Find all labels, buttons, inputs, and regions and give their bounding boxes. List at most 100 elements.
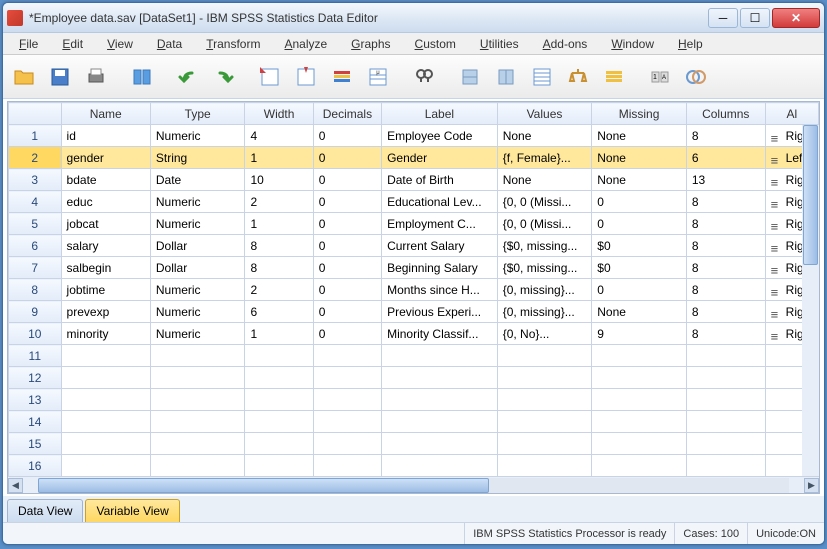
cell-name[interactable]: educ	[61, 191, 150, 213]
cell-missing[interactable]: $0	[592, 235, 687, 257]
cell-type[interactable]: String	[150, 147, 245, 169]
row-header[interactable]: 5	[9, 213, 62, 235]
cell-values[interactable]: None	[497, 169, 592, 191]
table-row-empty[interactable]: 12	[9, 367, 819, 389]
titlebar[interactable]: *Employee data.sav [DataSet1] - IBM SPSS…	[3, 3, 824, 33]
menu-analyze[interactable]: Analyze	[274, 35, 337, 53]
col-header-name[interactable]: Name	[61, 103, 150, 125]
cell-label[interactable]: Date of Birth	[382, 169, 498, 191]
cell-columns[interactable]: 8	[686, 191, 765, 213]
cell-width[interactable]: 8	[245, 235, 313, 257]
minimize-button[interactable]: ─	[708, 8, 738, 28]
cell-values[interactable]: {0, No}...	[497, 323, 592, 345]
cell-columns[interactable]: 8	[686, 301, 765, 323]
cell-type[interactable]: Numeric	[150, 323, 245, 345]
cell-values[interactable]: {0, missing}...	[497, 301, 592, 323]
col-header-values[interactable]: Values	[497, 103, 592, 125]
row-header[interactable]: 13	[9, 389, 62, 411]
row-header[interactable]: 7	[9, 257, 62, 279]
run-descriptives-icon[interactable]: μ	[363, 62, 393, 92]
col-header-corner[interactable]	[9, 103, 62, 125]
cell-missing[interactable]: 0	[592, 279, 687, 301]
row-header[interactable]: 4	[9, 191, 62, 213]
insert-variable-icon[interactable]	[491, 62, 521, 92]
table-row-empty[interactable]: 13	[9, 389, 819, 411]
cell-columns[interactable]: 6	[686, 147, 765, 169]
cell-values[interactable]: {0, 0 (Missi...	[497, 213, 592, 235]
table-row[interactable]: 2genderString10Gender{f, Female}...None6…	[9, 147, 819, 169]
cell-decimals[interactable]: 0	[313, 125, 381, 147]
cell-decimals[interactable]: 0	[313, 301, 381, 323]
scroll-left-button[interactable]: ◀	[8, 478, 23, 493]
cell-type[interactable]: Numeric	[150, 125, 245, 147]
cell-values[interactable]: {0, 0 (Missi...	[497, 191, 592, 213]
cell-name[interactable]: id	[61, 125, 150, 147]
cell-columns[interactable]: 8	[686, 257, 765, 279]
cell-columns[interactable]: 8	[686, 213, 765, 235]
insert-cases-icon[interactable]	[455, 62, 485, 92]
cell-columns[interactable]: 8	[686, 125, 765, 147]
cell-name[interactable]: jobcat	[61, 213, 150, 235]
cell-decimals[interactable]: 0	[313, 191, 381, 213]
cell-name[interactable]: minority	[61, 323, 150, 345]
menu-custom[interactable]: Custom	[405, 35, 466, 53]
row-header[interactable]: 11	[9, 345, 62, 367]
menu-data[interactable]: Data	[147, 35, 192, 53]
cell-width[interactable]: 8	[245, 257, 313, 279]
tab-variable-view[interactable]: Variable View	[85, 499, 179, 522]
row-header[interactable]: 16	[9, 455, 62, 477]
cell-values[interactable]: {0, missing}...	[497, 279, 592, 301]
menu-window[interactable]: Window	[601, 35, 664, 53]
cell-width[interactable]: 1	[245, 147, 313, 169]
cell-columns[interactable]: 8	[686, 323, 765, 345]
table-row[interactable]: 9prevexpNumeric60Previous Experi...{0, m…	[9, 301, 819, 323]
cell-width[interactable]: 10	[245, 169, 313, 191]
horizontal-scroll-thumb[interactable]	[38, 478, 489, 493]
menu-addons[interactable]: Add-ons	[533, 35, 598, 53]
col-header-width[interactable]: Width	[245, 103, 313, 125]
table-row[interactable]: 6salaryDollar80Current Salary{$0, missin…	[9, 235, 819, 257]
table-row-empty[interactable]: 15	[9, 433, 819, 455]
cell-missing[interactable]: None	[592, 147, 687, 169]
cell-width[interactable]: 2	[245, 279, 313, 301]
redo-icon[interactable]	[209, 62, 239, 92]
cell-decimals[interactable]: 0	[313, 169, 381, 191]
cell-missing[interactable]: None	[592, 125, 687, 147]
cell-name[interactable]: gender	[61, 147, 150, 169]
cell-label[interactable]: Beginning Salary	[382, 257, 498, 279]
select-cases-icon[interactable]	[599, 62, 629, 92]
cell-type[interactable]: Numeric	[150, 191, 245, 213]
cell-decimals[interactable]: 0	[313, 279, 381, 301]
cell-width[interactable]: 4	[245, 125, 313, 147]
cell-label[interactable]: Educational Lev...	[382, 191, 498, 213]
cell-name[interactable]: salary	[61, 235, 150, 257]
table-row[interactable]: 10minorityNumeric10Minority Classif...{0…	[9, 323, 819, 345]
grid-scroll-area[interactable]: Name Type Width Decimals Label Values Mi…	[8, 102, 819, 476]
table-row[interactable]: 7salbeginDollar80Beginning Salary{$0, mi…	[9, 257, 819, 279]
cell-type[interactable]: Numeric	[150, 279, 245, 301]
menu-view[interactable]: View	[97, 35, 143, 53]
split-file-icon[interactable]	[527, 62, 557, 92]
cell-width[interactable]: 6	[245, 301, 313, 323]
close-button[interactable]: ✕	[772, 8, 820, 28]
cell-values[interactable]: {f, Female}...	[497, 147, 592, 169]
cell-type[interactable]: Dollar	[150, 257, 245, 279]
table-row[interactable]: 8jobtimeNumeric20Months since H...{0, mi…	[9, 279, 819, 301]
goto-case-icon[interactable]	[255, 62, 285, 92]
cell-decimals[interactable]: 0	[313, 235, 381, 257]
cell-missing[interactable]: 0	[592, 213, 687, 235]
undo-icon[interactable]	[173, 62, 203, 92]
maximize-button[interactable]: ☐	[740, 8, 770, 28]
menu-edit[interactable]: Edit	[52, 35, 93, 53]
cell-type[interactable]: Numeric	[150, 213, 245, 235]
save-icon[interactable]	[45, 62, 75, 92]
cell-width[interactable]: 1	[245, 213, 313, 235]
col-header-label[interactable]: Label	[382, 103, 498, 125]
vertical-scrollbar[interactable]	[802, 125, 819, 476]
cell-width[interactable]: 2	[245, 191, 313, 213]
scroll-right-button[interactable]: ▶	[804, 478, 819, 493]
table-row[interactable]: 3bdateDate100Date of BirthNoneNone13Righ	[9, 169, 819, 191]
row-header[interactable]: 15	[9, 433, 62, 455]
find-icon[interactable]	[409, 62, 439, 92]
col-header-align[interactable]: Al	[765, 103, 818, 125]
